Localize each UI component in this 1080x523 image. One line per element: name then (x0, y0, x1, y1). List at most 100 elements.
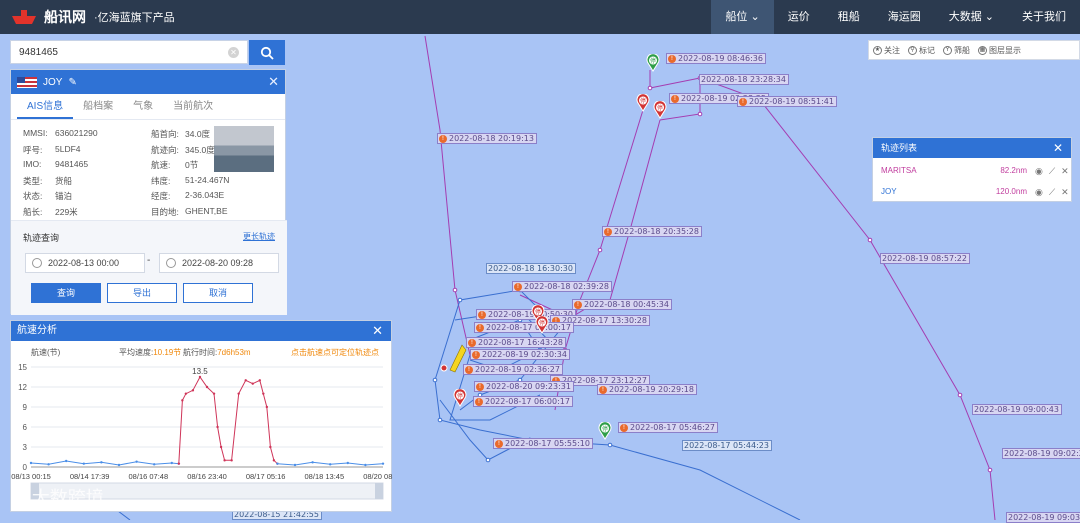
date-to-field[interactable]: 2022-08-20 09:28 (159, 253, 279, 273)
eye-icon[interactable]: ◉ (1035, 162, 1043, 180)
tab-1[interactable]: 船档案 (73, 94, 123, 119)
date-from-field[interactable]: 2022-08-13 00:00 (25, 253, 145, 273)
info-key: MMSI: (23, 128, 48, 138)
search-input[interactable] (11, 41, 211, 63)
svg-text:停: 停 (457, 392, 463, 400)
nav-item-1[interactable]: 运价 (774, 0, 824, 34)
track-point-label[interactable]: ! 2022-08-19 20:29:18 (597, 384, 697, 395)
brand-logo[interactable]: 船讯网 ·亿海蓝旗下产品 (10, 7, 175, 27)
warning-icon: ! (671, 94, 679, 103)
track-point-time: 2022-08-17 06:00:17 (486, 322, 571, 332)
track-list-row[interactable]: MARITSA 82.2nm ◉ ⟋ ✕ (881, 162, 1069, 180)
tab-0[interactable]: AIS信息 (17, 94, 74, 119)
track-point-label[interactable]: 2022-08-19 09:02:22 (1002, 448, 1080, 459)
stop-pin-icon[interactable]: 停 (535, 316, 549, 334)
stop-pin-icon[interactable]: 停 (453, 389, 467, 407)
search-button[interactable] (249, 40, 285, 65)
svg-text:停: 停 (657, 104, 663, 112)
track-point-label[interactable]: 2022-08-18 16:30:30 (486, 263, 576, 274)
track-distance: 82.2nm (1000, 166, 1027, 175)
toolbar-label: 关注 (884, 45, 900, 55)
track-point-label[interactable]: ! 2022-08-17 06:00:17 (473, 396, 573, 407)
info-key: 船首向: (151, 129, 179, 139)
speed-point (237, 392, 240, 395)
warning-icon: ! (476, 382, 484, 391)
close-icon[interactable]: ✕ (372, 321, 383, 341)
speed-point (181, 399, 184, 402)
clear-icon[interactable]: ✕ (228, 47, 239, 58)
track-point-label[interactable]: ! 2022-08-19 08:46:36 (666, 53, 766, 64)
info-row: 船首向: 34.0度 (151, 128, 210, 140)
ship-photo[interactable] (214, 126, 274, 172)
close-icon[interactable]: ✕ (1061, 183, 1069, 201)
track-point-label[interactable]: ! 2022-08-19 02:36:27 (463, 364, 563, 375)
main-nav: 船位 ⌄ 运价 租船 海运圈 大数据 ⌄ 关于我们 (711, 0, 1080, 34)
toolbar-item-3[interactable]: ▦ 图层显示 (974, 45, 1025, 56)
track-point-time: 2022-08-19 08:46:36 (678, 53, 763, 63)
nav-item-5[interactable]: 关于我们 (1008, 0, 1080, 34)
toolbar-item-2[interactable]: Y 筛船 (939, 45, 974, 56)
nav-item-2[interactable]: 租船 (824, 0, 874, 34)
chart-icon[interactable]: ⟋ (1049, 162, 1055, 180)
track-point-label[interactable]: ! 2022-08-18 00:45:34 (572, 299, 672, 310)
info-key: 经度: (151, 191, 171, 201)
pin-icon: ⚲ (908, 45, 917, 55)
warning-icon: ! (599, 385, 607, 394)
track-point-label[interactable]: ! 2022-08-17 06:00:17 (474, 322, 574, 333)
close-icon[interactable]: ✕ (1053, 138, 1063, 158)
track-point-label[interactable]: ! 2022-08-19 08:51:41 (737, 96, 837, 107)
track-point-label[interactable]: ! 2022-08-18 02:39:28 (512, 281, 612, 292)
track-point-label[interactable]: ! 2022-08-17 16:43:28 (466, 337, 566, 348)
speed-point (272, 459, 276, 462)
track-point-label[interactable]: ! 2022-08-18 20:35:28 (602, 226, 702, 237)
track-point-label[interactable]: ! 2022-08-19 02:30:34 (470, 349, 570, 360)
track-point-label[interactable]: 2022-08-19 08:57:22 (880, 253, 970, 264)
speed-point (293, 463, 297, 467)
speed-point (184, 392, 188, 395)
eye-icon[interactable]: ◉ (1035, 183, 1043, 201)
track-point-label[interactable]: 2022-08-17 05:44:23 (682, 440, 772, 451)
track-list-row[interactable]: JOY 120.0nm ◉ ⟋ ✕ (881, 183, 1069, 201)
speed-point (100, 461, 103, 464)
stop-pin-icon[interactable]: 停 (636, 94, 650, 112)
track-point-label[interactable]: 2022-08-19 09:03:4 (1006, 512, 1080, 523)
top-navbar: 船讯网 ·亿海蓝旗下产品 船位 ⌄ 运价 租船 海运圈 大数据 ⌄ 关于我们 (0, 0, 1080, 34)
track-point-label[interactable]: ! 2022-08-20 09:23:31 (474, 381, 574, 392)
track-point-label[interactable]: 2022-08-19 09:00:43 (972, 404, 1062, 415)
x-tick-label: 08/17 05:16 (246, 472, 286, 481)
warning-icon: ! (739, 97, 747, 106)
speed-point (223, 459, 226, 462)
query-button[interactable]: 查询 (31, 283, 101, 303)
edit-icon[interactable]: ✎ (68, 77, 76, 88)
track-point-time: 2022-08-18 16:30:30 (488, 263, 573, 273)
close-icon[interactable]: ✕ (1061, 162, 1069, 180)
track-point-label[interactable]: ! 2022-08-17 05:55:10 (493, 438, 593, 449)
info-value: 229米 (55, 206, 78, 217)
track-point-label[interactable]: 2022-08-18 23:28:34 (699, 74, 789, 85)
info-key: IMO: (23, 159, 42, 169)
date-from-value: 2022-08-13 00:00 (48, 258, 120, 268)
nav-item-4[interactable]: 大数据 ⌄ (935, 0, 1008, 34)
tab-3[interactable]: 当前航次 (163, 94, 223, 119)
nav-item-0[interactable]: 船位 ⌄ (711, 0, 774, 34)
x-tick-label: 08/13 00:15 (11, 472, 51, 481)
stop-pin-icon[interactable]: 停 (646, 54, 660, 72)
warning-icon: ! (574, 300, 582, 309)
stop-pin-icon[interactable]: 停 (653, 101, 667, 119)
info-key: 航速: (151, 160, 171, 170)
chart-icon[interactable]: ⟋ (1049, 183, 1055, 201)
cancel-button[interactable]: 取消 (183, 283, 253, 303)
speed-point (191, 389, 195, 392)
track-point-label[interactable]: ! 2022-08-17 05:46:27 (618, 422, 718, 433)
track-point-label[interactable]: ! 2022-08-18 20:19:13 (437, 133, 537, 144)
toolbar-label: 图层显示 (989, 45, 1021, 55)
close-icon[interactable]: ✕ (268, 74, 279, 90)
toolbar-item-0[interactable]: ★ 关注 (869, 45, 904, 56)
tab-2[interactable]: 气象 (123, 94, 163, 119)
stop-pin-icon[interactable]: 停 (598, 422, 612, 440)
nav-item-3[interactable]: 海运圈 (874, 0, 935, 34)
export-button[interactable]: 导出 (107, 283, 177, 303)
longer-track-link[interactable]: 更长轨迹 (243, 231, 275, 242)
toolbar-item-1[interactable]: ⚲ 标记 (904, 45, 939, 56)
avg-speed: 平均速度:10.19节 (119, 347, 181, 358)
